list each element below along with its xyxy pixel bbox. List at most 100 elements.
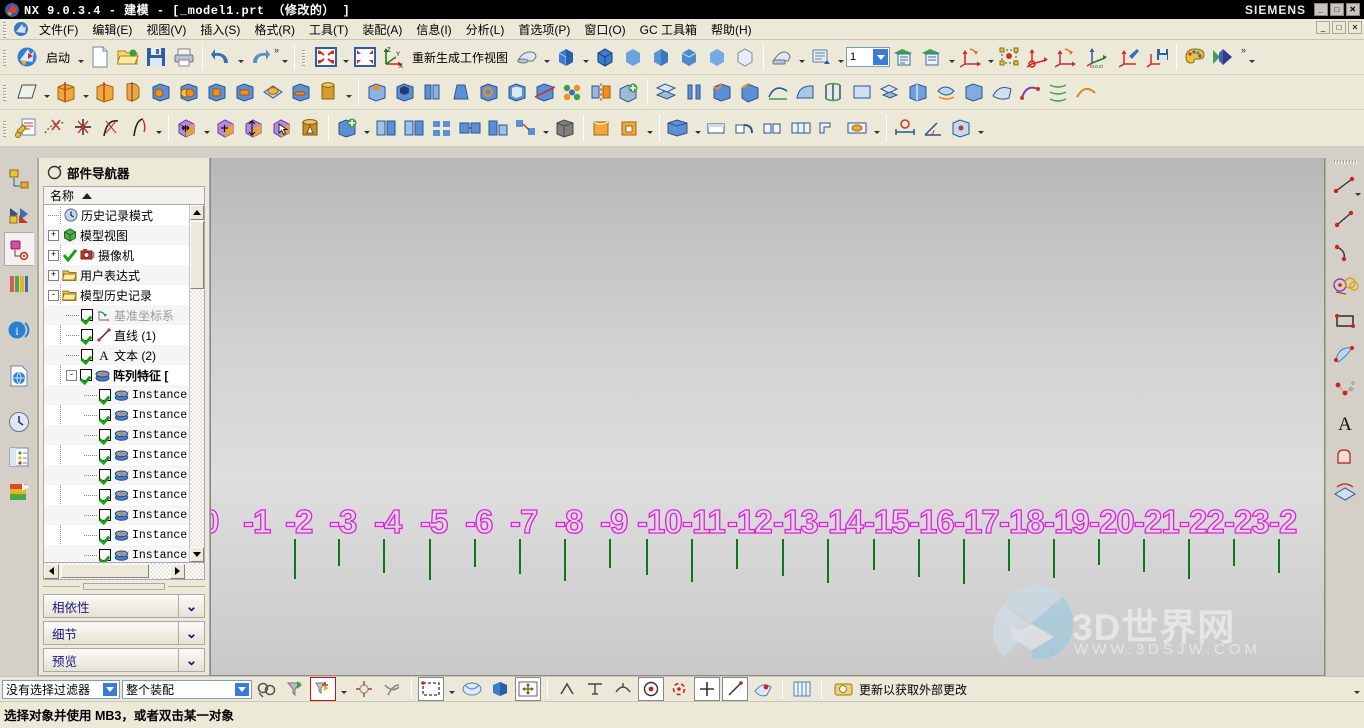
expand-icon[interactable]: +: [48, 229, 59, 241]
tree-row[interactable]: Instance: [44, 525, 204, 545]
minimize-button[interactable]: _: [1314, 3, 1328, 16]
suppress-checkbox[interactable]: [99, 489, 111, 501]
tree-row[interactable]: Instance: [44, 405, 204, 425]
layer-visible-toggle-icon[interactable]: [789, 677, 815, 701]
explode-view-icon[interactable]: [512, 113, 540, 143]
sweep-icon[interactable]: [792, 77, 820, 107]
layer-visible-dropdown-arrow[interactable]: [946, 42, 957, 72]
selection-filter-combo[interactable]: 没有选择过滤器: [2, 679, 120, 699]
graphics-viewport[interactable]: 0 -1 -2 -3 -4 -5 -6 -7 -8 -9-10-11-12-13-14-15-16…: [210, 158, 1325, 676]
pattern-feature-icon[interactable]: [559, 77, 587, 107]
text-icon[interactable]: A: [1328, 406, 1362, 440]
measure-dropdown-arrow[interactable]: [975, 113, 986, 143]
part-navigator-icon[interactable]: [3, 232, 34, 266]
update-external-changes-notice[interactable]: 更新以获取外部更改: [834, 681, 967, 698]
fit-view-button[interactable]: [312, 42, 340, 72]
chevron-down-icon[interactable]: ⌄: [178, 649, 204, 671]
selection-bar-overflow-arrow[interactable]: [1351, 677, 1362, 701]
scale-body-icon[interactable]: [240, 113, 268, 143]
sheet-metal-dropdown-arrow[interactable]: [692, 113, 703, 143]
save-wcs-icon[interactable]: [1144, 42, 1172, 72]
show-hide-icon[interactable]: [1209, 42, 1237, 72]
x-form-icon[interactable]: [1016, 77, 1044, 107]
bounded-plane-icon[interactable]: [848, 77, 876, 107]
roles-icon[interactable]: [4, 475, 34, 509]
toolbar-utility-overflow-arrow[interactable]: [1246, 42, 1257, 72]
section-details[interactable]: 细节 ⌄: [43, 621, 205, 645]
assembly-add-icon[interactable]: [333, 113, 361, 143]
tree-row[interactable]: - 阵列特征 [: [44, 365, 204, 385]
revolve-icon[interactable]: [91, 77, 119, 107]
close-button[interactable]: ✕: [1346, 3, 1360, 16]
menu-drag-grip[interactable]: [3, 20, 10, 38]
toolbar-feature-grip[interactable]: [3, 83, 10, 101]
sm-contour-flange-icon[interactable]: [731, 113, 759, 143]
sketch-dropdown-arrow[interactable]: [41, 77, 52, 107]
toolbar-standard-overflow[interactable]: »: [274, 45, 279, 55]
hd3d-tools-icon[interactable]: i: [4, 313, 34, 347]
layer-visible-button[interactable]: [918, 42, 946, 72]
menu-item-window[interactable]: 窗口(O): [577, 19, 632, 40]
expand-icon[interactable]: +: [48, 249, 59, 261]
menu-item-information[interactable]: 信息(I): [409, 19, 458, 40]
datum-plane-icon[interactable]: [652, 77, 680, 107]
tree-row[interactable]: Instance: [44, 505, 204, 525]
tree-row[interactable]: + 模型视图: [44, 225, 204, 245]
trim-sheet-icon[interactable]: [904, 77, 932, 107]
start-label[interactable]: 启动: [41, 49, 75, 66]
tree-row[interactable]: Instance: [44, 485, 204, 505]
history-icon[interactable]: [4, 405, 34, 439]
new-component-icon[interactable]: [372, 113, 400, 143]
rectangle-select-icon[interactable]: [418, 677, 444, 701]
datum-axis-icon[interactable]: [680, 77, 708, 107]
scroll-thumb-vertical[interactable]: [190, 221, 204, 289]
measure-angle-icon[interactable]: [919, 113, 947, 143]
tree-row[interactable]: Instance: [44, 545, 204, 562]
mass-properties-icon[interactable]: [947, 113, 975, 143]
suppress-checkbox[interactable]: [99, 429, 111, 441]
start-button[interactable]: [13, 42, 41, 72]
tree-row[interactable]: + 用户表达式: [44, 265, 204, 285]
wcs-set-orientation-icon[interactable]: [1116, 42, 1144, 72]
arrange-icon[interactable]: [484, 113, 512, 143]
face-analysis-button[interactable]: [675, 42, 703, 72]
product-interface-icon[interactable]: [616, 113, 644, 143]
sew-icon[interactable]: [932, 77, 960, 107]
pad-icon[interactable]: [363, 77, 391, 107]
fit-view-dropdown-arrow[interactable]: [340, 42, 351, 72]
snap-filter-icon[interactable]: [282, 677, 308, 701]
menu-item-assemblies[interactable]: 装配(A): [355, 19, 409, 40]
suppress-checkbox[interactable]: [81, 329, 93, 341]
tree-row[interactable]: 基准坐标系: [44, 305, 204, 325]
thicken-icon[interactable]: [960, 77, 988, 107]
snap-midpoint-icon[interactable]: [582, 677, 608, 701]
layer-dropdown-arrow[interactable]: [872, 48, 890, 66]
line-segment-icon[interactable]: [1328, 202, 1362, 236]
assembly-navigator-icon[interactable]: [4, 162, 34, 196]
maximize-button[interactable]: □: [1330, 3, 1344, 16]
snap-center-icon[interactable]: [638, 677, 664, 701]
wireframe-dropdown-arrow[interactable]: [541, 42, 552, 72]
sm-corner-icon[interactable]: [815, 113, 843, 143]
edit-curve-length-icon[interactable]: [97, 113, 125, 143]
open-file-button[interactable]: [114, 42, 142, 72]
save-button[interactable]: [142, 42, 170, 72]
selection-filter-dropdown-arrow[interactable]: [102, 681, 118, 697]
print-button[interactable]: [170, 42, 198, 72]
regenerate-work-view-label[interactable]: 重新生成工作视图: [407, 49, 513, 66]
trim-body-icon[interactable]: [531, 77, 559, 107]
suppress-checkbox[interactable]: [80, 369, 92, 381]
part-navigator-tree[interactable]: 历史记录模式 + 模型视图 + 摄像机 + 用户表达式 - 模型历史记录 基准坐标系 直线 (1) A…: [43, 205, 205, 563]
arc-icon[interactable]: [1328, 236, 1362, 270]
mirror-assembly-icon[interactable]: [400, 113, 428, 143]
sm-unbend-icon[interactable]: [787, 113, 815, 143]
edit-object-display-icon[interactable]: [1181, 42, 1209, 72]
snap-existing-point-icon[interactable]: [694, 677, 720, 701]
toolbar-curve-grip[interactable]: [3, 119, 10, 137]
suppress-checkbox[interactable]: [99, 549, 111, 561]
tree-row[interactable]: 历史记录模式: [44, 205, 204, 225]
tree-row[interactable]: Instance: [44, 445, 204, 465]
undo-button[interactable]: [207, 42, 235, 72]
project-curve-icon[interactable]: [1328, 474, 1362, 508]
measure-distance-icon[interactable]: [891, 113, 919, 143]
